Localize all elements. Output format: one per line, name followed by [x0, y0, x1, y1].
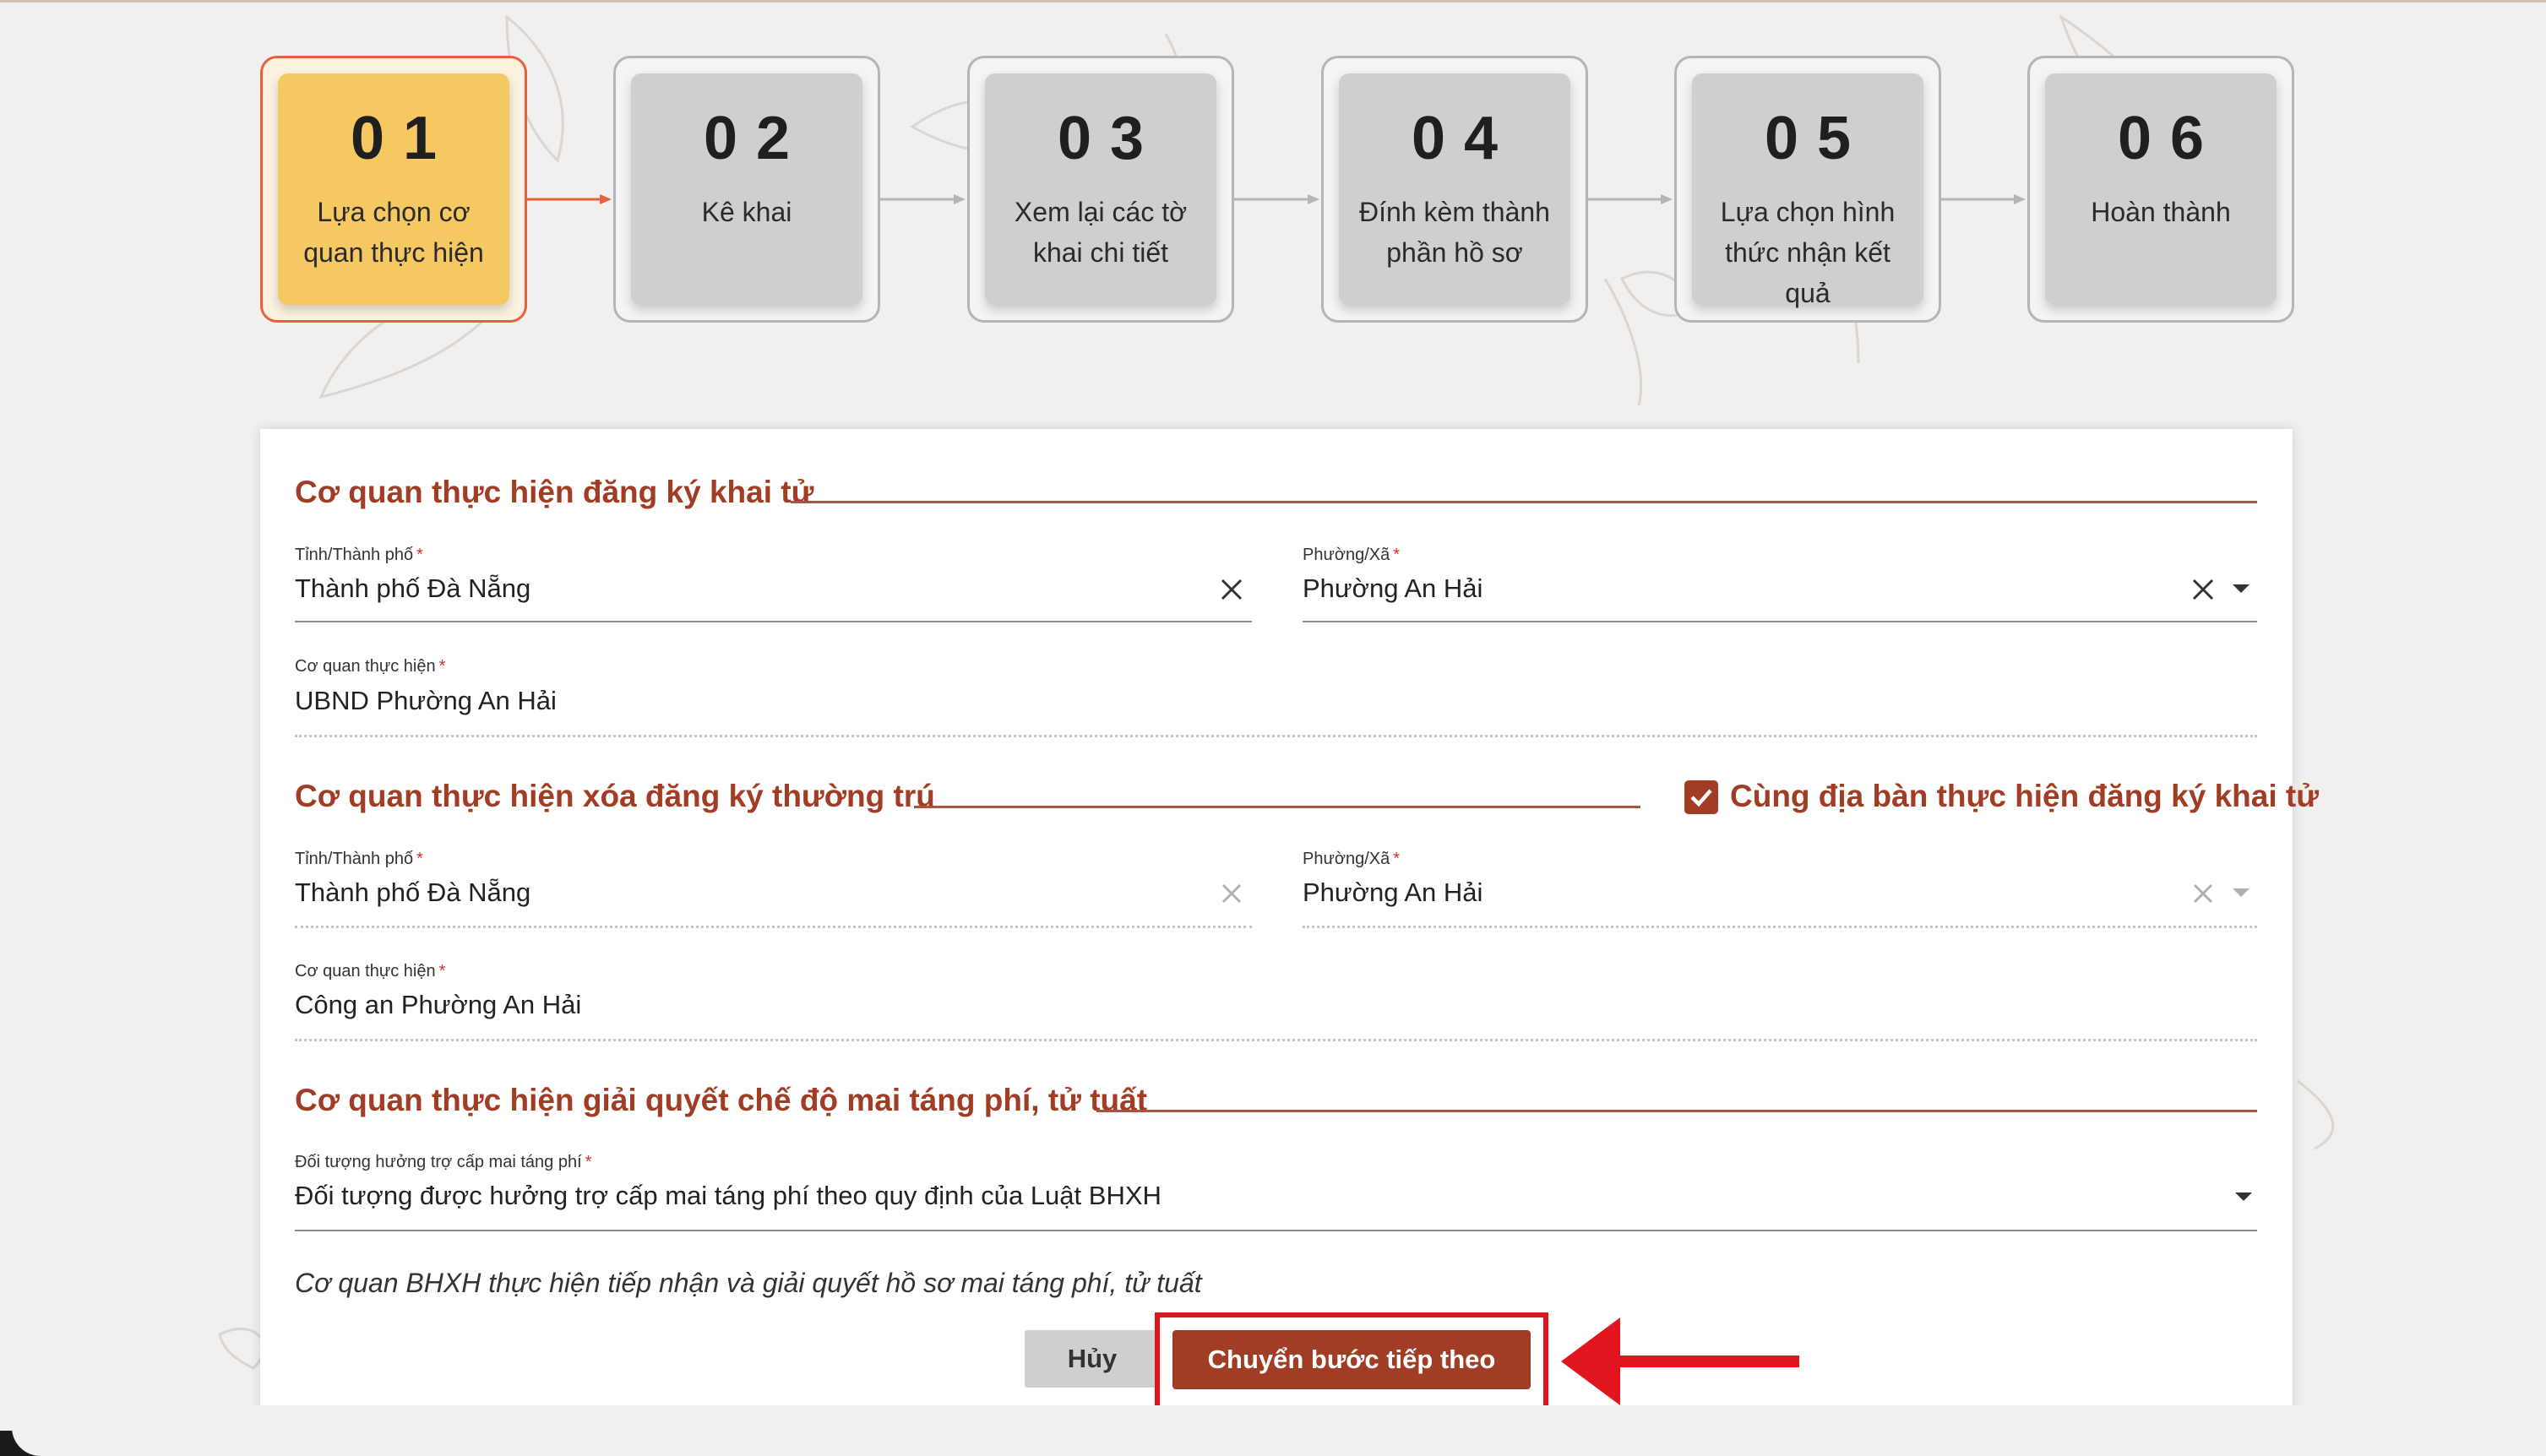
section-divider — [791, 501, 2257, 503]
clear-icon — [2186, 877, 2220, 910]
agency-underline — [295, 1039, 2257, 1041]
social-insurance-note: Cơ quan BHXH thực hiện tiếp nhận và giải… — [295, 1268, 1202, 1298]
ward-select-disabled: Phường An Hải — [1303, 877, 1483, 907]
province-underline — [295, 926, 1252, 928]
dropdown-caret-icon — [2228, 881, 2254, 906]
province-label: Tỉnh/Thành phố * — [295, 546, 423, 564]
next-step-button[interactable]: Chuyển bước tiếp theo — [1172, 1330, 1531, 1389]
step-6-card: 06 Hoàn thành — [2045, 73, 2277, 305]
step-label: Đính kèm thành phần hồ sơ — [1359, 197, 1550, 268]
arrow-right-icon — [880, 194, 966, 204]
agency-field: UBND Phường An Hải — [295, 686, 557, 715]
screen-corner — [0, 1405, 2546, 1456]
clear-icon[interactable] — [1215, 573, 1249, 606]
step-label: Lựa chọn hình thức nhận kết quả — [1720, 197, 1896, 308]
province-underline — [295, 621, 1252, 622]
arrow-right-icon — [1234, 194, 1319, 204]
clear-icon[interactable] — [2186, 573, 2220, 606]
ward-underline — [1303, 926, 2257, 928]
step-number: 03 — [1057, 105, 1163, 172]
arrow-right-icon — [1941, 194, 2026, 204]
step-number: 05 — [1764, 105, 1870, 172]
same-area-checkbox[interactable] — [1684, 780, 1718, 814]
step-label: Lựa chọn cơ quan thực hiện — [303, 197, 484, 268]
arrow-right-icon — [1588, 194, 1673, 204]
ward-label: Phường/Xã * — [1303, 850, 1401, 868]
step-label: Xem lại các tờ khai chi tiết — [1014, 197, 1188, 268]
step-3-card: 03 Xem lại các tờ khai chi tiết — [985, 73, 1216, 305]
province-select-disabled: Thành phố Đà Nẵng — [295, 877, 531, 907]
same-area-label[interactable]: Cùng địa bàn thực hiện đăng ký khai tử — [1730, 779, 2319, 814]
step-5[interactable]: 05 Lựa chọn hình thức nhận kết quả — [1674, 56, 1941, 323]
dropdown-caret-icon[interactable] — [2231, 1185, 2256, 1210]
section-title-death-registration: Cơ quan thực hiện đăng ký khai tử — [295, 475, 814, 509]
clear-icon — [1215, 877, 1249, 910]
province-label: Tỉnh/Thành phố * — [295, 850, 423, 868]
arrow-right-icon — [527, 194, 612, 204]
step-6[interactable]: 06 Hoàn thành — [2027, 56, 2294, 323]
cancel-button[interactable]: Hủy — [1025, 1330, 1160, 1388]
step-4-card: 04 Đính kèm thành phần hồ sơ — [1339, 73, 1570, 305]
step-4[interactable]: 04 Đính kèm thành phần hồ sơ — [1321, 56, 1588, 323]
step-5-card: 05 Lựa chọn hình thức nhận kết quả — [1692, 73, 1923, 308]
province-select[interactable]: Thành phố Đà Nẵng — [295, 573, 530, 604]
beneficiary-label: Đối tượng hưởng trợ cấp mai táng phí * — [295, 1153, 592, 1171]
dropdown-caret-icon[interactable] — [2228, 577, 2254, 602]
pointer-arrow-icon — [1561, 1317, 1799, 1405]
section-divider — [914, 806, 1640, 808]
beneficiary-underline — [295, 1230, 2257, 1231]
section-divider — [1096, 1110, 2257, 1112]
step-number: 01 — [350, 105, 456, 172]
step-1-card: 01 Lựa chọn cơ quan thực hiện — [278, 73, 509, 305]
step-indicator: 01 Lựa chọn cơ quan thực hiện 02 Kê khai… — [0, 0, 2546, 355]
form-card: Cơ quan thực hiện đăng ký khai tử Tỉnh/T… — [260, 429, 2319, 1456]
check-icon — [1690, 789, 1712, 807]
step-2[interactable]: 02 Kê khai — [613, 56, 880, 323]
step-label: Kê khai — [701, 197, 792, 227]
step-number: 06 — [2117, 105, 2223, 172]
step-2-card: 02 Kê khai — [631, 73, 862, 305]
step-label: Hoàn thành — [2091, 197, 2231, 227]
agency-underline — [295, 735, 2257, 737]
agency-field: Công an Phường An Hải — [295, 990, 582, 1019]
step-3[interactable]: 03 Xem lại các tờ khai chi tiết — [967, 56, 1234, 323]
step-number: 04 — [1411, 105, 1517, 172]
ward-select[interactable]: Phường An Hải — [1303, 573, 1482, 604]
section-title-residence-removal: Cơ quan thực hiện xóa đăng ký thường trú — [295, 779, 935, 813]
beneficiary-select[interactable]: Đối tượng được hưởng trợ cấp mai táng ph… — [295, 1181, 1161, 1211]
agency-label: Cơ quan thực hiện * — [295, 657, 446, 676]
section-title-funeral-allowance: Cơ quan thực hiện giải quyết chế độ mai … — [295, 1083, 1148, 1117]
step-1[interactable]: 01 Lựa chọn cơ quan thực hiện — [260, 56, 527, 323]
step-number: 02 — [703, 105, 809, 172]
ward-label: Phường/Xã * — [1303, 546, 1401, 564]
ward-underline — [1303, 621, 2257, 622]
agency-label: Cơ quan thực hiện * — [295, 962, 446, 981]
